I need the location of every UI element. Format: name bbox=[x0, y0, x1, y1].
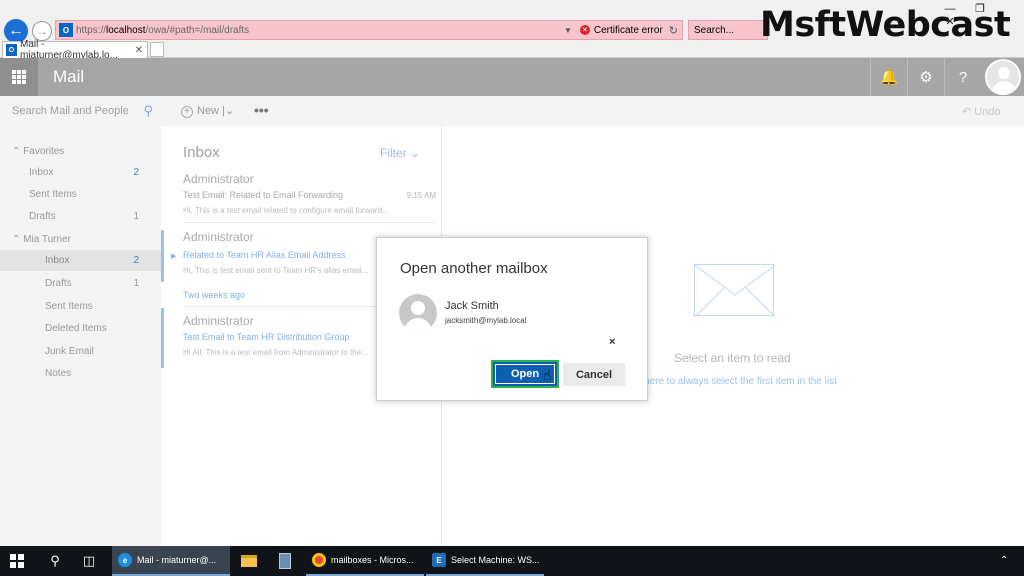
user-avatar[interactable] bbox=[985, 59, 1021, 95]
empty-reading-text: Select an item to read bbox=[674, 351, 791, 365]
message-subject: Test Email to Team HR Distribution Group bbox=[183, 332, 350, 342]
dialog-title: Open another mailbox bbox=[400, 260, 548, 277]
help-button[interactable]: ? bbox=[944, 58, 981, 96]
search-icon[interactable]: ⚲ bbox=[38, 546, 72, 576]
undo-button[interactable]: ↶ Undo bbox=[962, 105, 1001, 118]
message-sender: Administrator bbox=[183, 172, 254, 186]
address-url: https://localhost/owa/#path=/mail/drafts bbox=[76, 24, 250, 36]
refresh-icon[interactable]: ↻ bbox=[669, 24, 678, 37]
open-mailbox-dialog: Open another mailbox Jack Smith jacksmit… bbox=[376, 237, 648, 401]
waffle-icon bbox=[12, 70, 26, 84]
taskbar: ⚲ ◫ e Mail - miaturner@... mailboxes - M… bbox=[0, 546, 1024, 576]
filter-button[interactable]: Filter ⌄ bbox=[380, 146, 420, 160]
folder-deleted-items[interactable]: Deleted Items bbox=[0, 318, 161, 339]
app-header: Mail 🔔 ⚙ ? bbox=[0, 58, 1024, 96]
window-controls: — ❐✕ bbox=[935, 2, 1024, 28]
envelope-icon bbox=[694, 264, 776, 318]
message-preview: Hi, This is a test email related to conf… bbox=[183, 206, 389, 215]
browser-chrome: ← → O https://localhost/owa/#path=/mail/… bbox=[0, 0, 1024, 61]
folder-inbox[interactable]: Inbox 2 bbox=[0, 250, 161, 271]
task-view-icon[interactable]: ◫ bbox=[72, 546, 106, 576]
chevron-down-icon[interactable]: ⌄ bbox=[225, 105, 234, 117]
message-subject: Test Email: Related to Email Forwarding bbox=[183, 190, 344, 200]
expand-triangle-icon[interactable]: ▶ bbox=[171, 252, 176, 260]
favorite-inbox[interactable]: Inbox 2 bbox=[0, 162, 161, 183]
show-hidden-icons-icon[interactable]: ⌃ bbox=[1000, 555, 1008, 566]
message-sender: Administrator bbox=[183, 230, 254, 244]
favorite-sent-items[interactable]: Sent Items bbox=[0, 184, 161, 205]
tab-close-icon[interactable]: ✕ bbox=[135, 45, 143, 56]
arrow-right-icon: → bbox=[36, 24, 48, 38]
new-tab-button[interactable] bbox=[150, 42, 164, 57]
thread-indicator bbox=[161, 308, 164, 368]
close-window-button[interactable]: ✕ bbox=[935, 15, 965, 28]
favorites-header[interactable]: ⌃ Favorites bbox=[12, 146, 64, 157]
plus-icon: + bbox=[181, 106, 193, 118]
certificate-error[interactable]: Certificate error bbox=[594, 25, 663, 36]
list-title: Inbox bbox=[183, 144, 220, 161]
remove-person-icon[interactable]: × bbox=[609, 336, 615, 348]
outlook-favicon-icon: O bbox=[59, 23, 73, 37]
person-email: jacksmith@mylab.local bbox=[445, 316, 527, 325]
folder-junk-email[interactable]: Junk Email bbox=[0, 341, 161, 362]
forward-button[interactable]: → bbox=[32, 21, 52, 41]
search-placeholder: Search Mail and People bbox=[12, 105, 129, 117]
thread-indicator bbox=[161, 230, 164, 282]
person-avatar bbox=[399, 294, 437, 332]
ie-icon: e bbox=[118, 553, 132, 567]
message-subject: Related to Team HR Alias Email Address bbox=[183, 250, 346, 260]
app-title: Mail bbox=[53, 67, 85, 86]
folder-sent-items[interactable]: Sent Items bbox=[0, 296, 161, 317]
restore-button[interactable]: ❐ bbox=[965, 2, 995, 15]
new-label: New bbox=[197, 105, 220, 117]
browser-tab[interactable]: O Mail - miaturner@mylab.lo... ✕ bbox=[2, 39, 148, 61]
new-button[interactable]: + New |⌄ bbox=[181, 104, 234, 118]
exchange-icon: E bbox=[432, 553, 446, 567]
favorite-drafts[interactable]: Drafts 1 bbox=[0, 206, 161, 227]
divider bbox=[183, 222, 438, 223]
app-launcher-button[interactable] bbox=[0, 58, 38, 96]
list-item[interactable]: Administrator Test Email: Related to Ema… bbox=[161, 172, 442, 222]
address-dropdown-icon[interactable]: ▼ bbox=[564, 26, 572, 35]
message-sender: Administrator bbox=[183, 314, 254, 328]
command-bar: Search Mail and People ⚲ + New |⌄ ••• ↶ U… bbox=[0, 96, 1024, 126]
person-name: Jack Smith bbox=[445, 300, 499, 312]
cert-error-icon: ✕ bbox=[579, 25, 590, 35]
arrow-left-icon: ← bbox=[8, 22, 24, 39]
select-first-item-link[interactable]: here to always select the first item in … bbox=[644, 376, 837, 387]
bell-icon: 🔔 bbox=[879, 69, 899, 86]
cancel-button[interactable]: Cancel bbox=[563, 363, 625, 386]
chrome-icon bbox=[312, 553, 326, 567]
folder-notes[interactable]: Notes bbox=[0, 363, 161, 384]
chevron-up-icon: ⌃ bbox=[12, 234, 21, 245]
settings-button[interactable]: ⚙ bbox=[907, 58, 944, 96]
message-time: 9:15 AM bbox=[406, 191, 436, 200]
chevron-down-icon: ⌄ bbox=[410, 146, 421, 160]
folder-drafts[interactable]: Drafts 1 bbox=[0, 273, 161, 294]
gear-icon: ⚙ bbox=[919, 69, 933, 86]
hand-cursor-icon: ☝ bbox=[543, 367, 552, 383]
account-header[interactable]: ⌃ Mia Turner bbox=[12, 234, 71, 245]
undo-icon: ↶ bbox=[962, 106, 972, 118]
taskbar-app-select-machine[interactable]: E Select Machine: WS... bbox=[426, 546, 544, 576]
file-explorer-icon[interactable] bbox=[232, 546, 266, 576]
outlook-favicon-icon: O bbox=[6, 44, 17, 56]
taskbar-app-chrome[interactable]: mailboxes - Micros... bbox=[306, 546, 424, 576]
taskbar-app-ie[interactable]: e Mail - miaturner@... bbox=[112, 546, 230, 576]
search-icon[interactable]: ⚲ bbox=[143, 103, 153, 119]
help-icon: ? bbox=[958, 68, 968, 86]
server-manager-icon[interactable] bbox=[268, 546, 302, 576]
search-mail-input[interactable]: Search Mail and People ⚲ bbox=[0, 96, 161, 126]
date-group-label: Two weeks ago bbox=[183, 290, 246, 300]
notifications-button[interactable]: 🔔 bbox=[870, 58, 907, 96]
more-actions-button[interactable]: ••• bbox=[254, 102, 269, 118]
chevron-up-icon: ⌃ bbox=[12, 146, 21, 157]
minimize-button[interactable]: — bbox=[935, 3, 965, 15]
address-bar[interactable]: O https://localhost/owa/#path=/mail/draf… bbox=[55, 20, 683, 40]
folder-pane: ⌃ Favorites Inbox 2 Sent Items Drafts 1 ⌃ … bbox=[0, 126, 161, 546]
browser-search-input[interactable]: Search... bbox=[688, 20, 768, 40]
windows-start-icon[interactable] bbox=[10, 554, 24, 568]
tab-bar: O Mail - miaturner@mylab.lo... ✕ bbox=[0, 39, 1024, 61]
